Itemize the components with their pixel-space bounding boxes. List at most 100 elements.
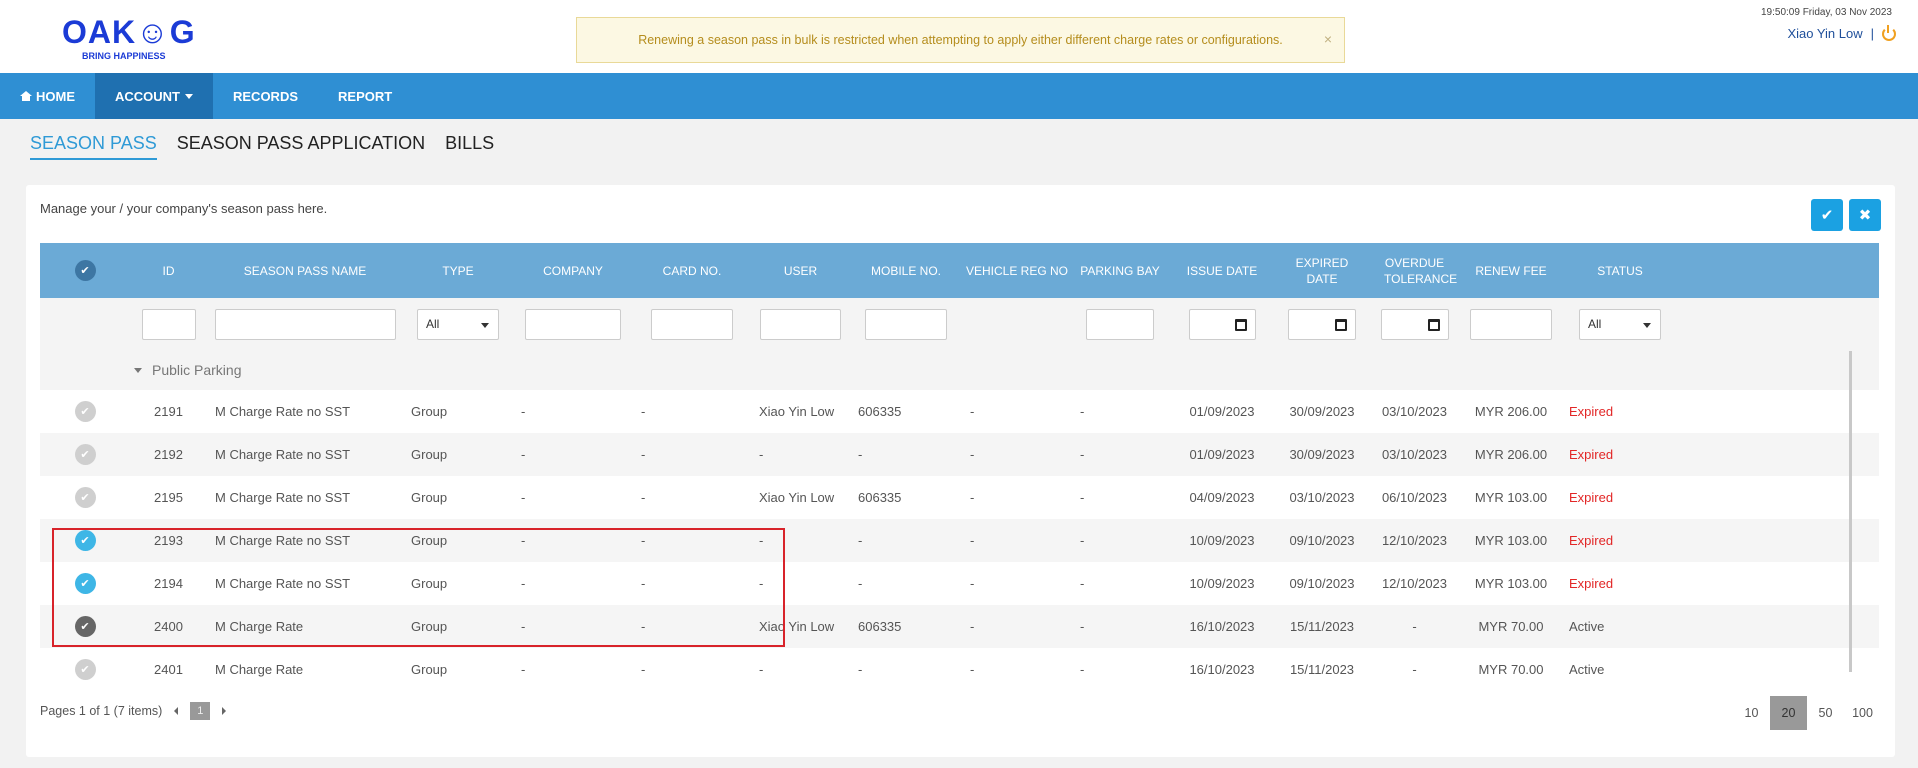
filter-input[interactable]	[1470, 308, 1552, 340]
grid-scrollbar[interactable]	[1849, 351, 1852, 672]
table-row[interactable]: ✔ 2194 M Charge Rate no SST Group - - - - - - 10/0…	[40, 562, 1879, 605]
row-check-icon[interactable]: ✔	[74, 444, 96, 465]
filter-input[interactable]	[651, 308, 733, 340]
page-size-option[interactable]: 100	[1844, 696, 1881, 730]
confirm-button[interactable]: ✔	[1811, 199, 1843, 231]
tab-season-pass[interactable]: SEASON PASS	[30, 133, 157, 160]
tab-bills[interactable]: BILLS	[445, 133, 494, 160]
cell-user: -	[759, 662, 764, 677]
calendar-icon[interactable]	[1335, 318, 1347, 331]
notice-text: Renewing a season pass in bulk is restri…	[638, 33, 1283, 47]
filter-input[interactable]	[865, 308, 947, 340]
page-number-current[interactable]: 1	[190, 702, 211, 720]
column-header[interactable]: SEASON PASS NAME	[207, 263, 403, 279]
filter-cell	[1368, 308, 1461, 340]
season-pass-grid: ✔ ID SEASON PASS NAME TYPE COMPANY CARD NO. US…	[40, 243, 1879, 691]
column-header[interactable]: ID	[130, 263, 207, 279]
column-header[interactable]: OVERDUE TOLERANCE	[1368, 255, 1461, 287]
prev-page-icon[interactable]	[174, 707, 179, 715]
nav-item-account[interactable]: ACCOUNT	[95, 73, 213, 119]
next-page-icon[interactable]	[222, 707, 227, 715]
cell-fee: MYR 103.00	[1474, 490, 1548, 505]
row-select-cell: ✔	[40, 573, 130, 594]
filter-input[interactable]	[760, 308, 841, 340]
power-icon[interactable]	[1882, 24, 1896, 41]
cell-vehicle: -	[970, 404, 975, 419]
cell-issue: 01/09/2023	[1189, 447, 1255, 462]
cell-name: M Charge Rate	[215, 619, 304, 634]
cell-name: M Charge Rate no SST	[215, 490, 351, 505]
page-size-option[interactable]: 50	[1807, 696, 1844, 730]
column-header[interactable]: CARD NO.	[633, 263, 751, 279]
column-header[interactable]: MOBILE NO.	[850, 263, 962, 279]
filter-input[interactable]	[525, 308, 621, 340]
column-header[interactable]: EXPIRED DATE	[1276, 255, 1368, 287]
nav-item-records[interactable]: RECORDS	[213, 73, 318, 119]
cell-status: Expired	[1569, 533, 1614, 548]
column-header[interactable]: VEHICLE REG NO	[962, 263, 1072, 279]
column-header[interactable]: USER	[751, 263, 850, 279]
filter-row: All All	[40, 298, 1879, 350]
row-select-cell: ✔	[40, 401, 130, 422]
row-check-icon[interactable]: ✔	[74, 530, 96, 551]
cell-status: Expired	[1569, 404, 1614, 419]
cell-bay: -	[1080, 619, 1085, 634]
cell-user: Xiao Yin Low	[759, 619, 835, 634]
type-filter-select[interactable]: All	[417, 308, 499, 340]
column-header[interactable]: PARKING BAY	[1072, 263, 1168, 279]
calendar-icon[interactable]	[1427, 318, 1440, 331]
cell-vehicle: -	[970, 447, 975, 462]
caret-down-icon	[134, 367, 142, 373]
page-size-option[interactable]: 20	[1770, 696, 1807, 730]
logo-tagline: BRING HAPPINESS	[82, 51, 166, 61]
cell-overdue: -	[1412, 619, 1417, 634]
user-name-link[interactable]: Xiao Yin Low	[1787, 26, 1862, 41]
nav-item-report[interactable]: REPORT	[318, 73, 412, 119]
table-row[interactable]: ✔ 2193 M Charge Rate no SST Group - - - - - - 10/0…	[40, 519, 1879, 562]
company-logo[interactable]: OAK☺G BRING HAPPINESS	[62, 14, 195, 64]
calendar-icon[interactable]	[1234, 318, 1247, 331]
page-size-option[interactable]: 10	[1733, 696, 1770, 730]
select-all-check-icon[interactable]: ✔	[74, 260, 96, 281]
column-header[interactable]: RENEW FEE	[1461, 263, 1561, 279]
cell-name: M Charge Rate no SST	[215, 404, 351, 419]
nav-item-label: REPORT	[338, 88, 393, 104]
group-row-public-parking[interactable]: Public Parking	[40, 350, 1879, 390]
cell-issue: 10/09/2023	[1189, 576, 1255, 591]
tab-season-pass-application[interactable]: SEASON PASS APPLICATION	[177, 133, 425, 160]
row-check-icon[interactable]: ✔	[74, 616, 96, 637]
row-check-icon[interactable]: ✔	[74, 487, 96, 508]
filter-input[interactable]	[1288, 308, 1356, 340]
table-row[interactable]: ✔ 2192 M Charge Rate no SST Group - - - - - - 01/0…	[40, 433, 1879, 476]
column-header[interactable]: ISSUE DATE	[1168, 263, 1276, 279]
table-row[interactable]: ✔ 2195 M Charge Rate no SST Group - - Xiao Yin…	[40, 476, 1879, 519]
filter-input[interactable]	[214, 308, 396, 340]
row-check-icon[interactable]: ✔	[74, 573, 96, 594]
select-value: All	[426, 317, 440, 331]
table-row[interactable]: ✔ 2400 M Charge Rate Group - - Xiao Yin Low 606…	[40, 605, 1879, 648]
filter-cell	[850, 308, 962, 340]
row-select-cell: ✔	[40, 487, 130, 508]
status-filter-select[interactable]: All	[1579, 308, 1661, 340]
filter-input[interactable]	[141, 308, 196, 340]
table-row[interactable]: ✔ 2191 M Charge Rate no SST Group - - Xiao Yin…	[40, 390, 1879, 433]
row-check-icon[interactable]: ✔	[74, 659, 96, 680]
table-row[interactable]: ✔ 2401 M Charge Rate Group - - - - - - 16/10/2023 1…	[40, 648, 1879, 691]
main-nav: HOME ACCOUNT RECORDS REPORT	[0, 73, 1918, 119]
row-check-icon[interactable]: ✔	[74, 401, 96, 422]
grid-header: ✔ ID SEASON PASS NAME TYPE COMPANY CARD NO. US…	[40, 243, 1879, 298]
cell-vehicle: -	[970, 576, 975, 591]
filter-input[interactable]	[1380, 308, 1449, 340]
filter-cell: All	[1561, 308, 1679, 340]
cell-user: -	[759, 533, 764, 548]
cell-vehicle: -	[970, 490, 975, 505]
filter-input[interactable]	[1086, 308, 1154, 340]
column-header[interactable]: COMPANY	[513, 263, 633, 279]
close-icon[interactable]: ×	[1324, 31, 1332, 47]
filter-input[interactable]	[1188, 308, 1256, 340]
select-all-column[interactable]: ✔	[40, 260, 130, 281]
cancel-button[interactable]: ✖	[1849, 199, 1881, 231]
nav-item-home[interactable]: HOME	[0, 73, 95, 119]
column-header[interactable]: TYPE	[403, 263, 513, 279]
column-header[interactable]: STATUS	[1561, 263, 1679, 279]
